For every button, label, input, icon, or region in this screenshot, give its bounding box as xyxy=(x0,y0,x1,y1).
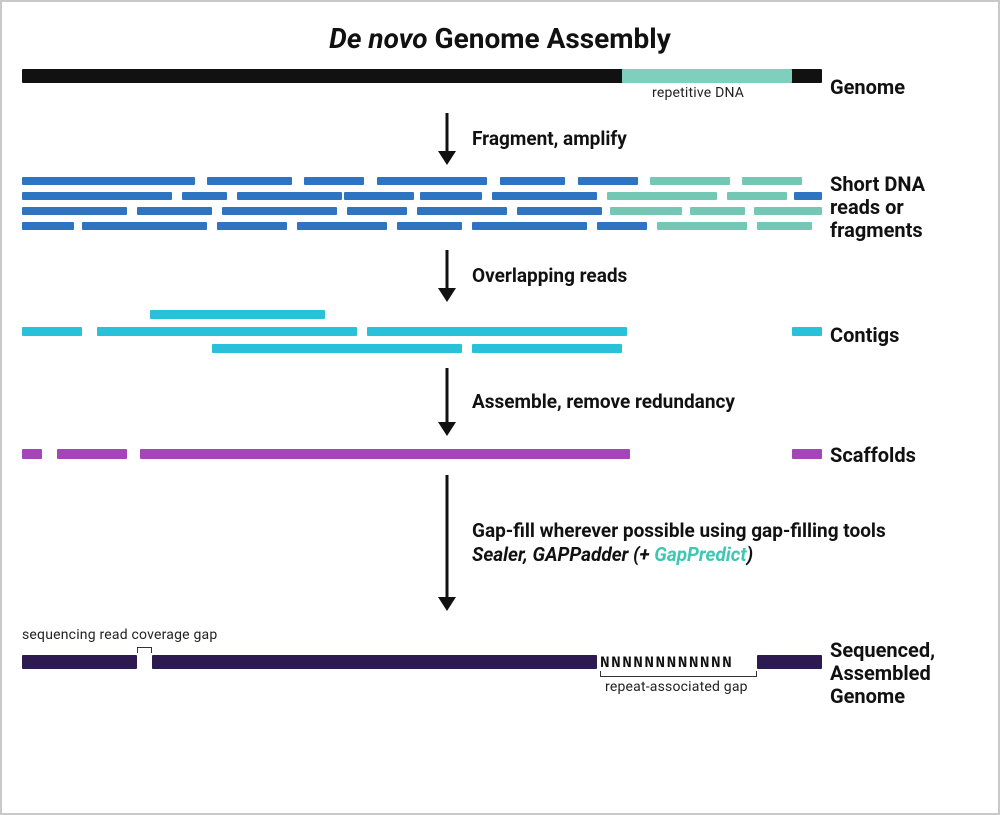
segment xyxy=(347,207,407,215)
segment xyxy=(690,207,745,215)
sublabel-repetitive-dna: repetitive DNA xyxy=(652,85,744,101)
track-scaffolds xyxy=(22,446,822,466)
gapfill-line1: Gap-fill wherever possible using gap-fil… xyxy=(472,519,886,543)
stage-contigs: Contigs xyxy=(22,310,978,360)
sublabel-seq-gap: sequencing read coverage gap xyxy=(22,627,217,643)
segment xyxy=(297,222,387,230)
segment xyxy=(82,222,207,230)
segment xyxy=(212,344,462,353)
segment xyxy=(500,177,565,185)
segment xyxy=(22,327,82,336)
label-contigs: Contigs xyxy=(822,324,972,347)
arrow-icon xyxy=(432,366,462,438)
segment xyxy=(657,222,747,230)
bracket-repeat-gap xyxy=(600,671,757,677)
segment xyxy=(140,449,630,459)
segment xyxy=(757,222,812,230)
track-genome: repetitive DNA xyxy=(22,69,822,105)
segment xyxy=(137,207,212,215)
gapfill-gappredict: GapPredict xyxy=(654,543,746,566)
segment xyxy=(22,449,42,459)
segment xyxy=(607,192,717,200)
segment xyxy=(754,207,822,215)
step-assemble: Assemble, remove redundancy xyxy=(462,390,735,414)
segment xyxy=(610,207,682,215)
segment xyxy=(367,327,627,336)
segment xyxy=(217,222,287,230)
title-italic: De novo xyxy=(329,22,427,55)
segment xyxy=(57,449,127,459)
step-overlap: Overlapping reads xyxy=(462,264,627,288)
segment xyxy=(97,327,357,336)
segment xyxy=(237,192,342,200)
arrow-gapfill: Gap-fill wherever possible using gap-fil… xyxy=(22,473,978,613)
segment xyxy=(597,222,647,230)
label-reads: Short DNA reads or fragments xyxy=(822,173,972,242)
segment xyxy=(22,207,127,215)
arrow-icon xyxy=(432,473,462,613)
segment xyxy=(150,310,325,319)
segment xyxy=(792,449,822,459)
arrow-assemble: Assemble, remove redundancy xyxy=(22,366,978,438)
label-genome: Genome xyxy=(822,76,972,99)
step-gapfill: Gap-fill wherever possible using gap-fil… xyxy=(462,519,886,567)
track-contigs xyxy=(22,310,822,360)
segment xyxy=(417,207,507,215)
diagram-title: De novo Genome Assembly xyxy=(22,22,978,55)
segment xyxy=(650,177,730,185)
segment xyxy=(742,177,802,185)
segment xyxy=(472,222,587,230)
segment xyxy=(22,655,137,669)
segment xyxy=(578,177,638,185)
segment xyxy=(472,344,622,353)
track-reads xyxy=(22,177,822,239)
n-string: NNNNNNNNNNNN xyxy=(600,654,733,672)
arrow-overlap: Overlapping reads xyxy=(22,248,978,304)
segment xyxy=(377,177,487,185)
bracket-seq-gap xyxy=(137,647,152,653)
segment xyxy=(80,177,195,185)
segment xyxy=(397,222,462,230)
stage-assembled: sequencing read coverage gapNNNNNNNNNNNN… xyxy=(22,639,978,708)
segment xyxy=(792,327,822,336)
stage-scaffolds: Scaffolds xyxy=(22,444,978,467)
segment xyxy=(222,207,337,215)
arrow-icon xyxy=(432,111,462,167)
segment xyxy=(22,222,74,230)
label-scaffolds: Scaffolds xyxy=(822,444,972,467)
stage-reads: Short DNA reads or fragments xyxy=(22,173,978,242)
segment xyxy=(207,177,292,185)
segment xyxy=(420,192,482,200)
title-rest: Genome Assembly xyxy=(428,22,671,55)
segment xyxy=(622,69,792,83)
diagram-frame: De novo Genome Assembly repetitive DNA G… xyxy=(0,0,1000,815)
segment xyxy=(152,655,597,669)
gapfill-sealer: Sealer xyxy=(472,543,523,566)
segment xyxy=(22,192,172,200)
step-fragment: Fragment, amplify xyxy=(462,127,627,151)
label-assembled: Sequenced, Assembled Genome xyxy=(822,639,972,708)
sublabel-repeat-gap: repeat-associated gap xyxy=(605,679,748,695)
gapfill-close: ) xyxy=(747,543,753,566)
gapfill-gappadder: , GAPPadder (+ xyxy=(523,543,654,566)
segment xyxy=(517,207,602,215)
segment xyxy=(344,192,414,200)
segment xyxy=(182,192,227,200)
segment xyxy=(492,192,597,200)
track-assembled: sequencing read coverage gapNNNNNNNNNNNN… xyxy=(22,649,822,699)
segment xyxy=(727,192,787,200)
arrow-icon xyxy=(432,248,462,304)
stage-genome: repetitive DNA Genome xyxy=(22,69,978,105)
segment xyxy=(794,192,822,200)
segment xyxy=(304,177,364,185)
segment xyxy=(757,655,822,669)
arrow-fragment: Fragment, amplify xyxy=(22,111,978,167)
